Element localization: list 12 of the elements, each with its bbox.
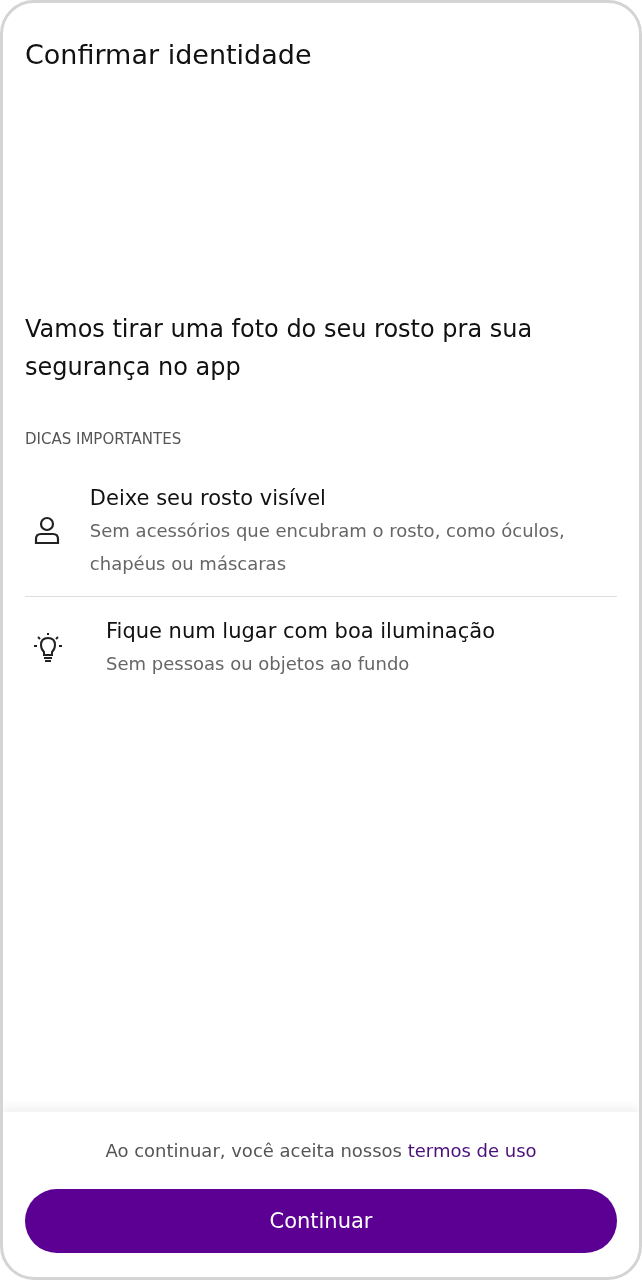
continue-button[interactable]: Continuar	[25, 1189, 617, 1253]
tip-description: Sem pessoas ou objetos ao fundo	[106, 652, 411, 676]
screen-title: Confirmar identidade	[25, 39, 313, 70]
tip-title: Deixe seu rosto visível	[89, 485, 327, 512]
consent-text: Ao continuar, você aceita nossos termos de uso	[105, 1140, 537, 1161]
lightbulb-icon	[33, 631, 63, 664]
section-heading: DICAS IMPORTANTES	[25, 430, 183, 448]
tip-description: Sem acessórios que encubram o rosto, como óculos, chapéus ou máscaras	[89, 519, 566, 576]
terms-link[interactable]: termos de uso	[407, 1140, 537, 1161]
person-icon	[33, 516, 61, 546]
intro-text: Vamos tirar uma foto do seu rosto pra sua segurança no app	[25, 314, 534, 383]
tip-title: Fique num lugar com boa iluminação	[106, 618, 495, 645]
